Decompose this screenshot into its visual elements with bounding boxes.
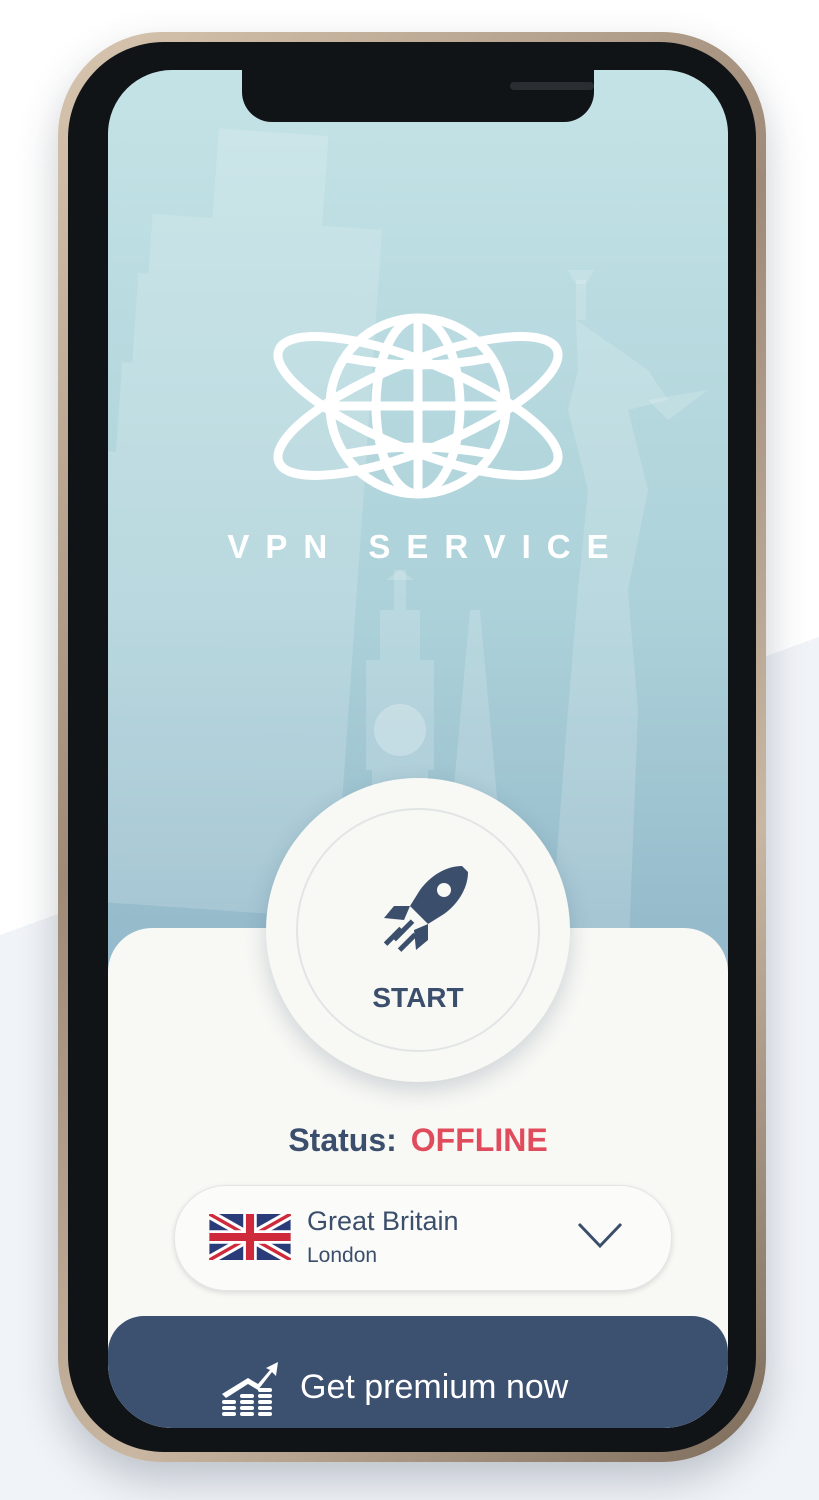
phone-notch — [242, 70, 594, 122]
globe-orbit-logo-icon — [273, 313, 563, 499]
city-name: London — [307, 1244, 378, 1267]
get-premium-button[interactable]: Get premium now — [108, 1316, 728, 1428]
premium-label: Get premium now — [300, 1368, 569, 1406]
start-label: START — [372, 982, 464, 1013]
chart-growth-icon — [222, 1362, 278, 1416]
status-value: OFFLINE — [410, 1122, 548, 1158]
brand-title: VPN SERVICE — [227, 528, 625, 565]
app-screen: VPN SERVICE START Status: OFFLINE Great … — [108, 70, 728, 1428]
status-label: Status: — [288, 1122, 397, 1158]
speaker-grille — [510, 82, 594, 90]
uk-flag-icon — [209, 1214, 291, 1260]
chevron-down-icon — [577, 1222, 623, 1249]
rocket-icon — [383, 866, 468, 952]
start-button-ring: START — [296, 808, 540, 1052]
status-line: Status: OFFLINE — [108, 1122, 728, 1159]
start-button[interactable]: START — [266, 778, 570, 1082]
country-name: Great Britain — [307, 1206, 459, 1236]
location-dropdown[interactable]: Great Britain London — [174, 1185, 672, 1291]
